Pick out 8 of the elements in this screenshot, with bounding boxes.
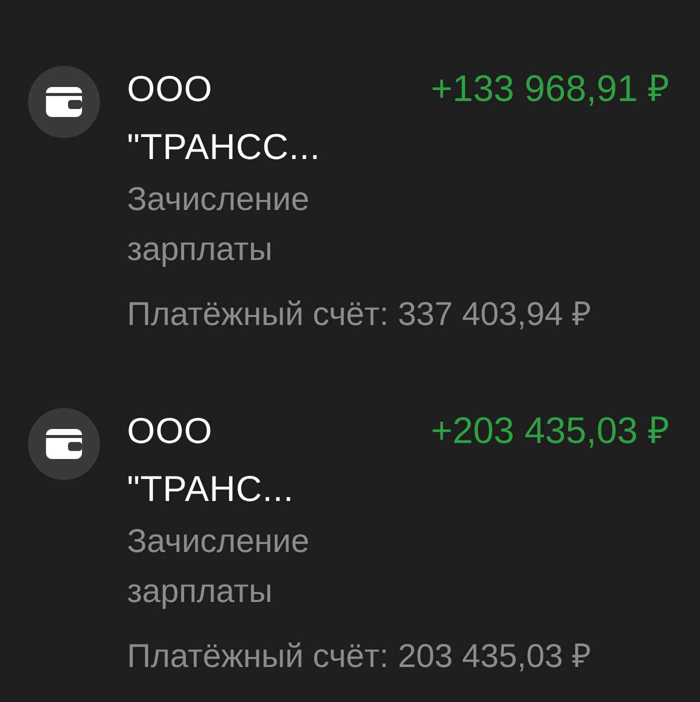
payer-name: ООО "ТРАНСС... (127, 67, 322, 169)
account-balance: Платёжный счёт: 203 435,03 ₽ (127, 636, 592, 676)
transaction-description: Зачисление зарплаты (127, 179, 310, 269)
payer-name: ООО "ТРАНС... (127, 409, 295, 511)
transaction-description: Зачисление зарплаты (127, 521, 310, 611)
amount: +133 968,91 ₽ (430, 67, 670, 111)
amount: +203 435,03 ₽ (430, 409, 670, 453)
account-balance: Платёжный счёт: 337 403,94 ₽ (127, 294, 592, 334)
